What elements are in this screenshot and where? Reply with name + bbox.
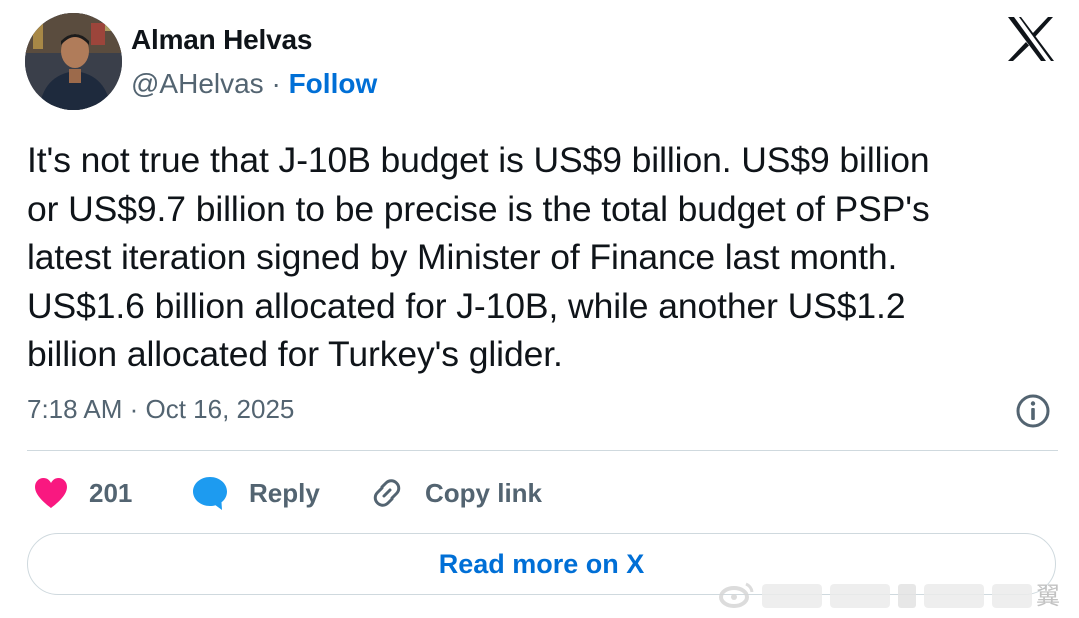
heart-icon [35,478,67,508]
watermark: 翼 [719,582,1060,610]
follow-link[interactable]: Follow [289,68,378,99]
tweet-text: It's not true that J-10B budget is US$9 … [27,140,930,374]
info-icon[interactable] [1015,393,1051,429]
author-name[interactable]: Alman Helvas [131,24,312,56]
tweet-card: Alman Helvas @AHelvas · Follow It's not … [0,0,1079,618]
author-handle[interactable]: @AHelvas [131,68,264,99]
reply-button[interactable]: Reply [191,473,320,513]
speech-bubble-icon [193,477,227,510]
tweet-timestamp[interactable]: 7:18 AM · Oct 16, 2025 [27,394,294,425]
author-handle-line: @AHelvas · Follow [131,68,377,100]
copy-link-label: Copy link [425,477,543,508]
reply-label: Reply [249,477,320,508]
x-logo-icon[interactable] [1006,16,1056,62]
read-more-label: Read more on X [438,548,645,579]
copy-link-button[interactable]: Copy link [369,473,542,513]
watermark-glyph: 翼 [1036,582,1060,610]
link-icon [373,479,401,507]
like-count: 201 [89,477,133,508]
like-button[interactable]: 201 [33,473,132,513]
avatar-photo [25,13,122,110]
avatar[interactable] [25,13,122,110]
divider [27,450,1058,451]
handle-separator: · [263,68,289,99]
